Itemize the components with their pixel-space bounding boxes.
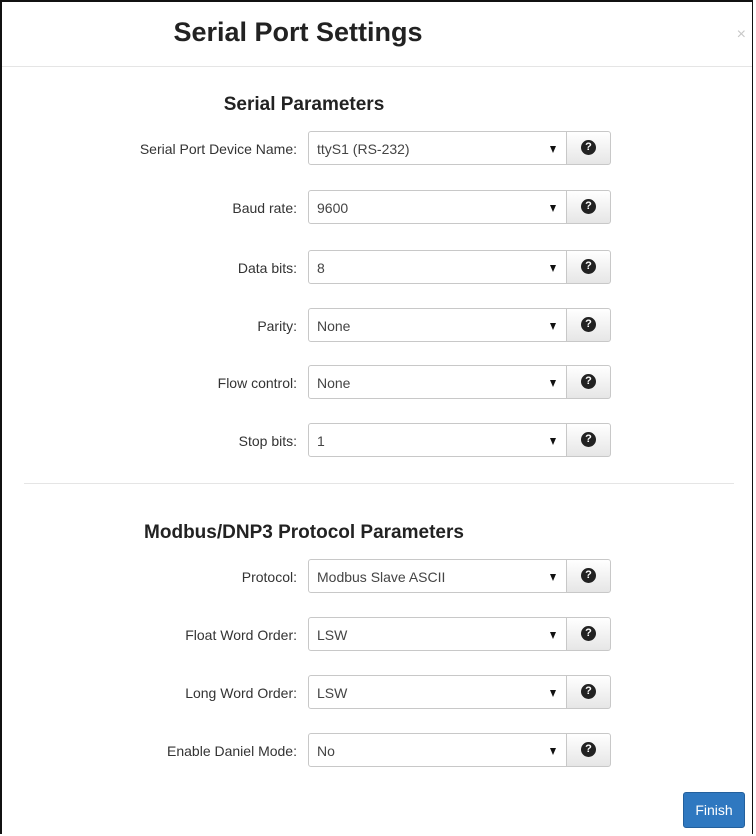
question-circle-icon: ? [581, 432, 596, 447]
flow-control-help-button[interactable]: ? [566, 365, 611, 399]
parity-label: Parity: [257, 318, 297, 334]
stop-bits-value: 1 [317, 433, 325, 449]
float-word-order-value: LSW [317, 627, 348, 643]
long-word-order-value: LSW [317, 685, 348, 701]
caret-down-icon [550, 690, 556, 697]
protocol-label: Protocol: [241, 569, 297, 585]
serial-port-device-name-row: Serial Port Device Name: ttyS1 (RS-232) … [2, 131, 622, 167]
parity-select[interactable]: None [308, 308, 567, 342]
protocol-row: Protocol: Modbus Slave ASCII ? [2, 559, 622, 595]
data-bits-label: Data bits: [237, 260, 297, 276]
serial-port-device-name-label: Serial Port Device Name: [139, 141, 297, 157]
question-circle-icon: ? [581, 568, 596, 583]
stop-bits-row: Stop bits: 1 ? [2, 423, 622, 459]
baud-rate-label: Baud rate: [232, 200, 297, 216]
parity-row: Parity: None ? [2, 308, 622, 344]
flow-control-row: Flow control: None ? [2, 365, 622, 401]
float-word-order-row: Float Word Order: LSW ? [2, 617, 622, 653]
float-word-order-label: Float Word Order: [185, 627, 297, 643]
baud-rate-select[interactable]: 9600 [308, 190, 567, 224]
close-icon[interactable]: × [737, 26, 746, 44]
caret-down-icon [550, 574, 556, 581]
caret-down-icon [550, 265, 556, 272]
question-circle-icon: ? [581, 742, 596, 757]
data-bits-select[interactable]: 8 [308, 250, 567, 284]
dialog-title: Serial Port Settings [173, 17, 423, 47]
question-circle-icon: ? [581, 259, 596, 274]
baud-rate-row: Baud rate: 9600 ? [2, 190, 622, 226]
flow-control-select[interactable]: None [308, 365, 567, 399]
enable-daniel-mode-label: Enable Daniel Mode: [167, 743, 297, 759]
long-word-order-select[interactable]: LSW [308, 675, 567, 709]
baud-rate-value: 9600 [317, 200, 349, 216]
caret-down-icon [550, 632, 556, 639]
protocol-select[interactable]: Modbus Slave ASCII [308, 559, 567, 593]
caret-down-icon [550, 205, 556, 212]
caret-down-icon [550, 748, 556, 755]
long-word-order-row: Long Word Order: LSW ? [2, 675, 622, 711]
data-bits-row: Data bits: 8 ? [2, 250, 622, 286]
caret-down-icon [550, 146, 556, 153]
protocol-value: Modbus Slave ASCII [317, 569, 446, 585]
serial-port-device-name-value: ttyS1 (RS-232) [317, 141, 410, 157]
serial-port-settings-dialog: Serial Port Settings × Serial Parameters… [0, 0, 753, 834]
serial-parameters-heading: Serial Parameters [223, 94, 385, 115]
caret-down-icon [550, 438, 556, 445]
question-circle-icon: ? [581, 626, 596, 641]
enable-daniel-mode-row: Enable Daniel Mode: No ? [2, 733, 622, 769]
section-divider [24, 483, 734, 484]
float-word-order-select[interactable]: LSW [308, 617, 567, 651]
long-word-order-help-button[interactable]: ? [566, 675, 611, 709]
parity-help-button[interactable]: ? [566, 308, 611, 342]
stop-bits-select[interactable]: 1 [308, 423, 567, 457]
flow-control-value: None [317, 375, 351, 391]
serial-port-device-name-help-button[interactable]: ? [566, 131, 611, 165]
protocol-parameters-heading: Modbus/DNP3 Protocol Parameters [144, 522, 464, 543]
question-circle-icon: ? [581, 374, 596, 389]
enable-daniel-mode-value: No [317, 743, 335, 759]
float-word-order-help-button[interactable]: ? [566, 617, 611, 651]
enable-daniel-mode-help-button[interactable]: ? [566, 733, 611, 767]
enable-daniel-mode-select[interactable]: No [308, 733, 567, 767]
question-circle-icon: ? [581, 140, 596, 155]
long-word-order-label: Long Word Order: [185, 685, 297, 701]
stop-bits-help-button[interactable]: ? [566, 423, 611, 457]
stop-bits-label: Stop bits: [238, 433, 297, 449]
caret-down-icon [550, 380, 556, 387]
question-circle-icon: ? [581, 317, 596, 332]
data-bits-value: 8 [317, 260, 325, 276]
flow-control-label: Flow control: [217, 375, 297, 391]
question-circle-icon: ? [581, 684, 596, 699]
dialog-header: Serial Port Settings × [2, 2, 752, 67]
caret-down-icon [550, 323, 556, 330]
data-bits-help-button[interactable]: ? [566, 250, 611, 284]
finish-button[interactable]: Finish [683, 792, 745, 828]
serial-port-device-name-select[interactable]: ttyS1 (RS-232) [308, 131, 567, 165]
parity-value: None [317, 318, 351, 334]
protocol-help-button[interactable]: ? [566, 559, 611, 593]
baud-rate-help-button[interactable]: ? [566, 190, 611, 224]
question-circle-icon: ? [581, 199, 596, 214]
